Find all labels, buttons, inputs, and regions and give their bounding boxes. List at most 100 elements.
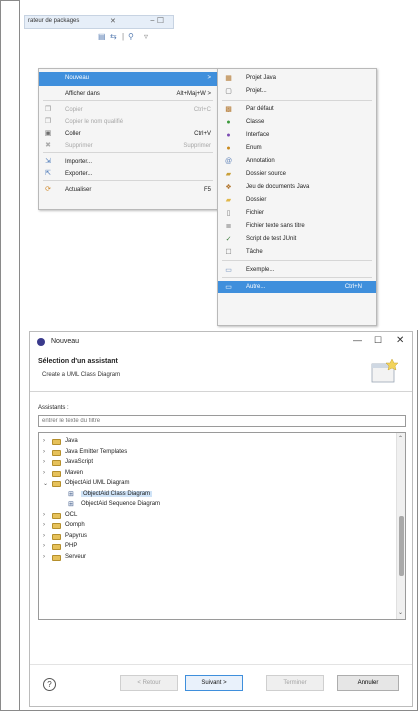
submenu-item-label: Par défaut bbox=[246, 106, 274, 112]
maximize-icon[interactable]: ☐ bbox=[374, 335, 382, 346]
close-tab-icon[interactable]: ✕ bbox=[110, 17, 116, 25]
tree-item[interactable]: › OCL bbox=[39, 511, 395, 521]
back-button[interactable]: < Retour bbox=[120, 675, 178, 691]
chevron-right-icon[interactable]: › bbox=[43, 522, 45, 528]
tree-item[interactable]: › Java bbox=[39, 437, 395, 447]
submenu-item-label: Classe bbox=[246, 119, 265, 125]
folder-icon bbox=[52, 554, 61, 561]
cancel-button[interactable]: Annuler bbox=[337, 675, 399, 691]
tree-item[interactable]: › PHP bbox=[39, 542, 395, 552]
paste-icon: ▣ bbox=[44, 130, 52, 137]
context-menu-item-label: Supprimer bbox=[65, 143, 93, 149]
submenu-item[interactable]: ▦ Projet Java bbox=[218, 72, 376, 84]
submenu-item-label: Interface bbox=[246, 132, 270, 138]
tree-item[interactable]: › Maven bbox=[39, 469, 395, 479]
submenu-item[interactable]: ▩ Par défaut bbox=[218, 103, 376, 115]
task-icon: ☐ bbox=[225, 249, 232, 256]
refresh-icon: ⟳ bbox=[45, 186, 51, 193]
submenu-item[interactable]: ▭ Exemple... bbox=[218, 264, 376, 276]
dialog-title: Nouveau bbox=[51, 338, 80, 345]
collapse-icon[interactable]: ▤ bbox=[98, 32, 106, 41]
folder-icon bbox=[52, 512, 61, 519]
dialog-title-bar: Nouveau — ☐ ✕ bbox=[30, 332, 412, 352]
minimize-maximize-icon[interactable]: − ☐ bbox=[150, 16, 164, 25]
chevron-right-icon[interactable]: › bbox=[43, 554, 45, 560]
help-icon[interactable]: ? bbox=[43, 678, 56, 691]
tree-item[interactable]: › Java Emitter Templates bbox=[39, 448, 395, 458]
tree-item[interactable]: › Oomph bbox=[39, 521, 395, 531]
untitled-text-file-icon: ≣ bbox=[225, 223, 232, 230]
submenu-item[interactable]: ▭ Autre... Ctrl+N bbox=[218, 281, 376, 293]
scroll-up-icon[interactable]: ⌃ bbox=[398, 435, 403, 442]
delete-icon: ✖ bbox=[45, 142, 51, 149]
tree-item-label: Papyrus bbox=[65, 532, 88, 539]
tree-item[interactable]: ⊞ ObjectAid Class Diagram bbox=[39, 490, 395, 500]
assistants-label: Assistants : bbox=[38, 405, 69, 411]
wizard-banner-icon bbox=[371, 358, 399, 383]
chevron-right-icon[interactable]: › bbox=[43, 459, 45, 465]
package-explorer-tab[interactable]: rateur de packages ✕ − ☐ bbox=[24, 15, 174, 29]
tree-item[interactable]: ⊞ ObjectAid Sequence Diagram bbox=[39, 500, 395, 510]
tree-scrollbar[interactable]: ⌃ ⌄ bbox=[396, 433, 405, 619]
minimize-icon[interactable]: — bbox=[353, 335, 362, 345]
context-menu-item[interactable]: Nouveau > bbox=[39, 72, 217, 86]
submenu-item[interactable]: ● Enum bbox=[218, 142, 376, 154]
submenu-item[interactable]: ☐ Tâche bbox=[218, 246, 376, 258]
java-project-icon: ▦ bbox=[225, 75, 232, 82]
chevron-down-icon[interactable]: ⌄ bbox=[43, 480, 48, 487]
filter-icon[interactable]: ⚲ bbox=[128, 32, 134, 41]
tree-item[interactable]: › Papyrus bbox=[39, 532, 395, 542]
menu-separator bbox=[43, 100, 213, 101]
finish-button[interactable]: Terminer bbox=[266, 675, 324, 691]
submenu-item[interactable]: ● Interface bbox=[218, 129, 376, 141]
wizard-tree: › Serveur › PHP › Papyrus › Oomph › OCL ⊞ ObjectAid… bbox=[38, 432, 406, 620]
scrollbar-thumb[interactable] bbox=[399, 516, 404, 576]
folder-icon bbox=[52, 470, 61, 477]
submenu-item[interactable]: ▢ Projet... bbox=[218, 85, 376, 97]
menu-separator bbox=[43, 152, 213, 153]
submenu-item[interactable]: ≣ Fichier texte sans titre bbox=[218, 220, 376, 232]
wizard-heading: Sélection d'un assistant bbox=[38, 358, 118, 365]
filter-input[interactable] bbox=[38, 415, 406, 427]
submenu-item[interactable]: ❖ Jeu de documents Java bbox=[218, 181, 376, 193]
submenu-item[interactable]: ● Classe bbox=[218, 116, 376, 128]
tree-item[interactable]: ⌄ ObjectAid UML Diagram bbox=[39, 479, 395, 489]
submenu-item[interactable]: ✓ Script de test JUnit bbox=[218, 233, 376, 245]
blank-icon bbox=[44, 74, 52, 82]
chevron-right-icon[interactable]: › bbox=[43, 543, 45, 549]
other-icon: ▭ bbox=[225, 284, 232, 291]
next-button[interactable]: Suivant > bbox=[185, 675, 243, 691]
tree-item-label: ObjectAid Class Diagram bbox=[81, 490, 153, 497]
context-menu-item-shortcut: > bbox=[207, 75, 211, 81]
example-icon: ▭ bbox=[225, 267, 232, 274]
wizard-header: Sélection d'un assistant Create a UML Cl… bbox=[30, 352, 412, 392]
chevron-right-icon[interactable]: › bbox=[43, 533, 45, 539]
submenu-item[interactable]: @ Annotation bbox=[218, 155, 376, 167]
copy-qualified-icon: ❐ bbox=[44, 118, 52, 125]
diagram-icon: ⊞ bbox=[68, 490, 74, 498]
submenu-item[interactable]: ▰ Dossier bbox=[218, 194, 376, 206]
close-icon[interactable]: ✕ bbox=[396, 335, 404, 346]
enum-icon: ● bbox=[226, 145, 231, 152]
chevron-right-icon[interactable]: › bbox=[43, 470, 45, 476]
menu-separator bbox=[222, 260, 372, 261]
chevron-right-icon[interactable]: › bbox=[43, 512, 45, 518]
submenu-item[interactable]: ▯ Fichier bbox=[218, 207, 376, 219]
scroll-down-icon[interactable]: ⌄ bbox=[398, 609, 403, 616]
folder-icon bbox=[52, 449, 61, 456]
context-menu-item-label: Exporter... bbox=[65, 171, 93, 177]
tree-item[interactable]: › JavaScript bbox=[39, 458, 395, 468]
submenu-item-label: Tâche bbox=[246, 249, 263, 255]
submenu-item-label: Script de test JUnit bbox=[246, 236, 297, 242]
context-menu-item[interactable]: ⟳ Actualiser F5 bbox=[39, 184, 217, 198]
tree-item[interactable]: › Serveur bbox=[39, 553, 395, 563]
chevron-right-icon[interactable]: › bbox=[43, 438, 45, 444]
context-menu-item-shortcut: Supprimer bbox=[183, 143, 211, 149]
project-icon: ▢ bbox=[225, 88, 232, 95]
submenu-item-shortcut: Ctrl+N bbox=[344, 284, 362, 290]
tree-item-label: ObjectAid UML Diagram bbox=[65, 480, 130, 486]
submenu-item[interactable]: ▰ Dossier source bbox=[218, 168, 376, 180]
chevron-right-icon[interactable]: › bbox=[43, 449, 45, 455]
link-icon[interactable]: ⇆ bbox=[110, 32, 117, 41]
view-menu-icon[interactable]: ▿ bbox=[144, 32, 148, 41]
